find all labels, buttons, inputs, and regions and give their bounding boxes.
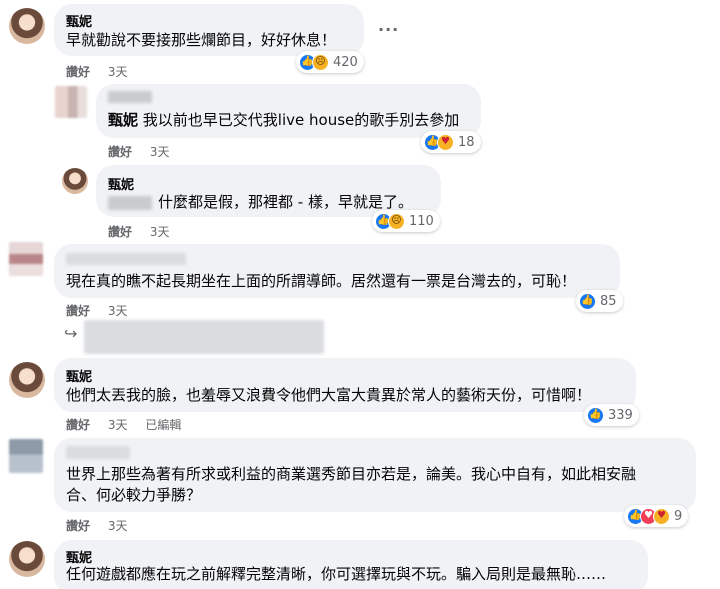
comment-author[interactable]: 甄妮: [66, 11, 92, 30]
avatar[interactable]: [62, 168, 88, 194]
redacted-name: [66, 253, 186, 265]
sad-reaction-icon: ☹: [312, 53, 329, 71]
mention-link[interactable]: 甄妮: [108, 111, 138, 129]
edited-label[interactable]: 已編輯: [145, 418, 181, 432]
comment-text: 現在真的瞧不起長期坐在上面的所謂導師。居然還有一票是台灣去的，可恥！: [66, 272, 577, 290]
comment-actions: 讚好 3天: [108, 143, 183, 160]
comment-actions: 讚好 3天 已編輯: [66, 416, 195, 433]
like-button[interactable]: 讚好: [66, 304, 90, 318]
redacted-mention: [108, 196, 152, 210]
comment-text: 他們太丟我的臉，也羞辱又浪費令他們大富大貴異於常人的藝術天份，可惜啊！: [66, 386, 592, 404]
reaction-count: 110: [409, 213, 434, 229]
reply-arrow-icon[interactable]: ↪: [64, 324, 77, 343]
reaction-count: 420: [333, 54, 358, 70]
reaction-summary[interactable]: 👍 ☹ 110: [372, 210, 440, 232]
like-button[interactable]: 讚好: [66, 65, 90, 79]
avatar[interactable]: [9, 242, 43, 276]
reaction-count: 85: [600, 293, 617, 309]
comment-actions: 讚好 3天: [66, 63, 141, 80]
reaction-summary[interactable]: 👍 85: [576, 290, 623, 312]
avatar[interactable]: [9, 439, 43, 473]
avatar[interactable]: [9, 541, 45, 577]
care-reaction-icon: ♥: [437, 133, 454, 151]
sad-reaction-icon: ☹: [388, 212, 405, 230]
like-button[interactable]: 讚好: [66, 418, 90, 432]
comment-actions: 讚好 3天: [66, 517, 141, 534]
comment-actions: 讚好 3天: [108, 223, 183, 240]
care-reaction-icon: ♥: [653, 507, 670, 525]
like-reaction-icon: 👍: [587, 406, 604, 424]
avatar[interactable]: [9, 362, 45, 398]
comment-text: 什麼都是假，那裡都 - 樣，早就是了。: [158, 193, 413, 211]
redacted-replies-link[interactable]: [84, 320, 324, 354]
like-button[interactable]: 讚好: [108, 225, 132, 239]
timestamp[interactable]: 3天: [150, 145, 170, 159]
timestamp[interactable]: 3天: [108, 418, 128, 432]
more-options-icon[interactable]: ···: [378, 20, 399, 39]
reaction-summary[interactable]: 👍 ♥ 18: [421, 131, 481, 153]
like-button[interactable]: 讚好: [66, 519, 90, 533]
avatar[interactable]: [9, 8, 45, 44]
reaction-summary[interactable]: 👍 ☹ 420: [296, 51, 364, 73]
like-button[interactable]: 讚好: [108, 145, 132, 159]
reaction-count: 339: [608, 407, 633, 423]
timestamp[interactable]: 3天: [150, 225, 170, 239]
avatar[interactable]: [55, 86, 87, 118]
like-reaction-icon: 👍: [579, 292, 596, 310]
timestamp[interactable]: 3天: [108, 519, 128, 533]
redacted-name: [108, 91, 152, 103]
comment-text-line: 合、何必較力爭勝？: [66, 486, 202, 504]
comment-actions: 讚好 3天: [66, 302, 141, 319]
comment-text: 甄妮 我以前也早已交代我live house的歌手別去參加: [108, 111, 460, 129]
reaction-summary[interactable]: 👍 339: [584, 404, 639, 426]
comment-text-line: 世界上那些為著有所求或利益的商業選秀節目亦若是，論美。我心中自有，如此相安融: [66, 465, 637, 483]
timestamp[interactable]: 3天: [108, 304, 128, 318]
timestamp[interactable]: 3天: [108, 65, 128, 79]
comment-author[interactable]: 甄妮: [108, 174, 134, 193]
comment-text: 任何遊戲都應在玩之前解釋完整清晰，你可選擇玩與不玩。騙入局則是最無恥……: [66, 565, 607, 583]
reaction-count: 18: [458, 134, 475, 150]
reaction-count: 9: [674, 508, 683, 524]
comment-text: 早就勸說不要接那些爛節目，好好休息！: [66, 31, 337, 49]
redacted-name: [66, 446, 130, 459]
reaction-summary[interactable]: 👍 ♥ ♥ 9: [624, 505, 689, 527]
comment-author[interactable]: 甄妮: [66, 366, 92, 385]
